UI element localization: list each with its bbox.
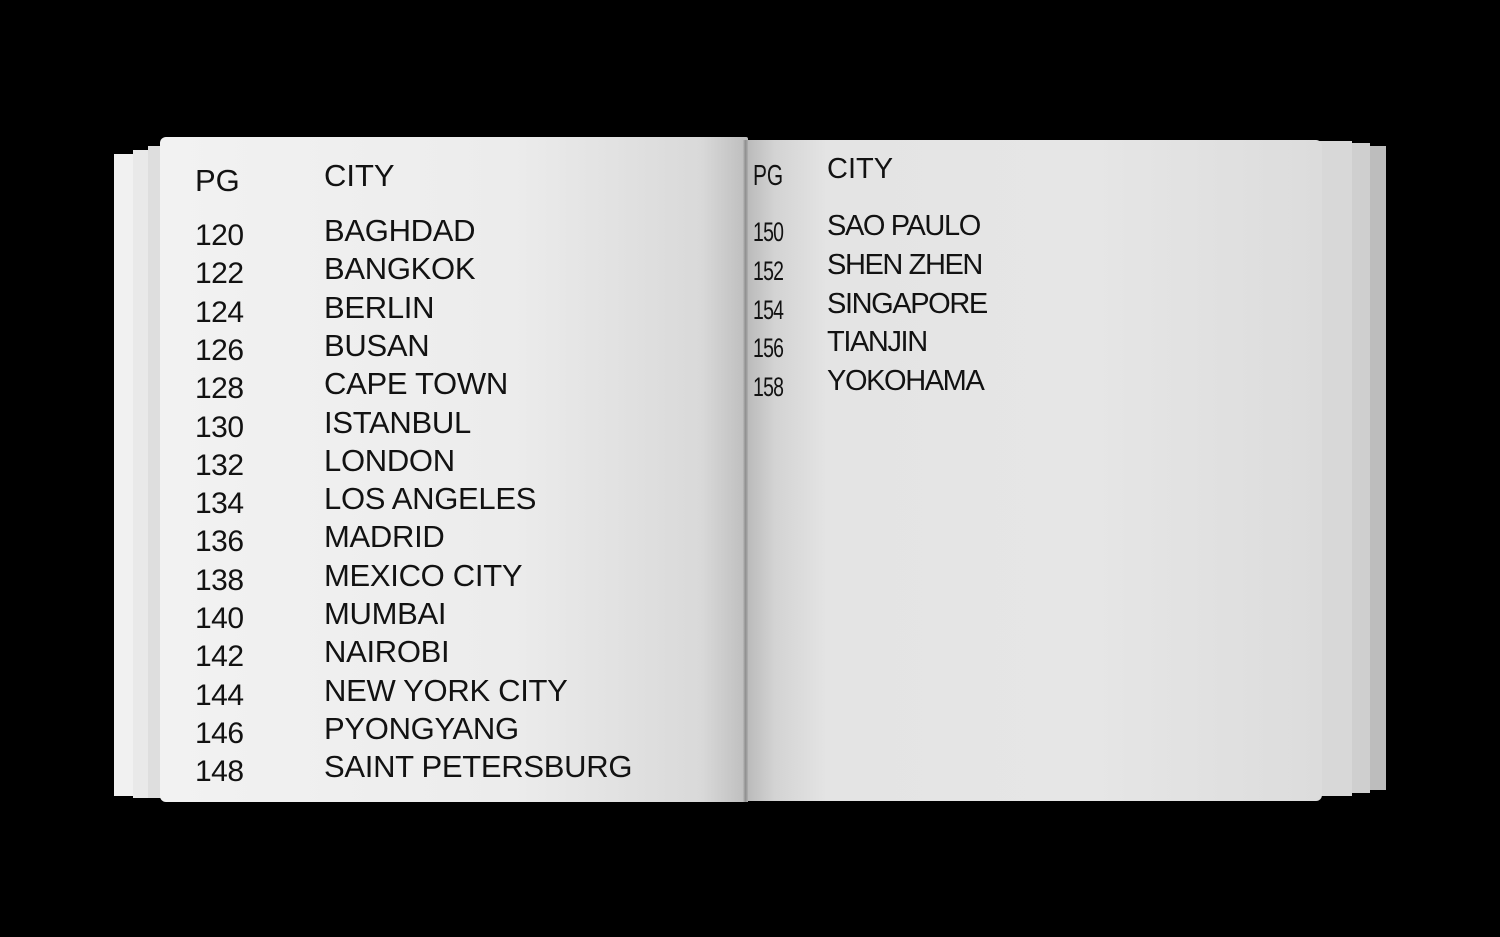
page-number: 120 bbox=[195, 219, 244, 252]
city-name: CAPE TOWN bbox=[324, 366, 508, 402]
city-name: ISTANBUL bbox=[324, 404, 471, 440]
page-number: 154 bbox=[753, 294, 784, 325]
city-name: NEW YORK CITY bbox=[324, 672, 568, 708]
page-number: 126 bbox=[195, 333, 244, 367]
city-name: PYONGYANG bbox=[324, 710, 519, 746]
page-number: 158 bbox=[753, 372, 784, 403]
book-gutter bbox=[743, 140, 748, 802]
city-name: YOKOHAMA bbox=[827, 365, 985, 398]
city-name: MUMBAI bbox=[324, 596, 447, 631]
page-number: 138 bbox=[195, 563, 244, 597]
city-name: SAO PAULO bbox=[827, 210, 981, 242]
page-number: 156 bbox=[753, 333, 784, 364]
page-number: 140 bbox=[195, 602, 244, 635]
city-name: BANGKOK bbox=[324, 251, 476, 287]
pg-column-header: PG bbox=[753, 160, 784, 192]
page-number: 144 bbox=[195, 678, 244, 712]
page-number: 128 bbox=[195, 372, 244, 406]
city-name: TIANJIN bbox=[827, 326, 928, 359]
page-number: 134 bbox=[195, 487, 244, 521]
page-number: 146 bbox=[195, 716, 244, 750]
city-name: MADRID bbox=[324, 519, 445, 555]
city-column-header: CITY bbox=[827, 153, 894, 185]
city-column-header: CITY bbox=[324, 158, 395, 193]
book-photo: PG CITY 120 BAGHDAD 122 BANGKOK 124 BERLIN 126… bbox=[0, 0, 1500, 937]
pg-column-header: PG bbox=[195, 163, 240, 198]
left-page: PG CITY 120 BAGHDAD 122 BANGKOK 124 BERLIN 126… bbox=[160, 137, 748, 802]
page-number: 122 bbox=[195, 257, 244, 291]
city-name: LONDON bbox=[324, 442, 455, 478]
page-number: 124 bbox=[195, 295, 244, 329]
city-name: BUSAN bbox=[324, 327, 430, 363]
city-name: MEXICO CITY bbox=[324, 557, 523, 593]
page-number: 132 bbox=[195, 448, 244, 482]
page-number: 142 bbox=[195, 640, 244, 674]
page-number: 150 bbox=[753, 217, 784, 247]
city-name: BAGHDAD bbox=[324, 213, 476, 248]
city-name: SINGAPORE bbox=[827, 287, 988, 320]
page-number: 136 bbox=[195, 525, 244, 559]
page-number: 130 bbox=[195, 410, 244, 444]
right-page: PG CITY 150 SAO PAULO 152 SHEN ZHEN 154 SINGA… bbox=[746, 140, 1322, 801]
city-name: NAIROBI bbox=[324, 634, 450, 670]
city-name: SAINT PETERSBURG bbox=[324, 749, 633, 785]
city-name: BERLIN bbox=[324, 289, 435, 325]
page-number: 148 bbox=[195, 755, 244, 789]
page-number: 152 bbox=[753, 255, 784, 286]
city-name: SHEN ZHEN bbox=[827, 248, 983, 281]
city-name: LOS ANGELES bbox=[324, 481, 537, 517]
